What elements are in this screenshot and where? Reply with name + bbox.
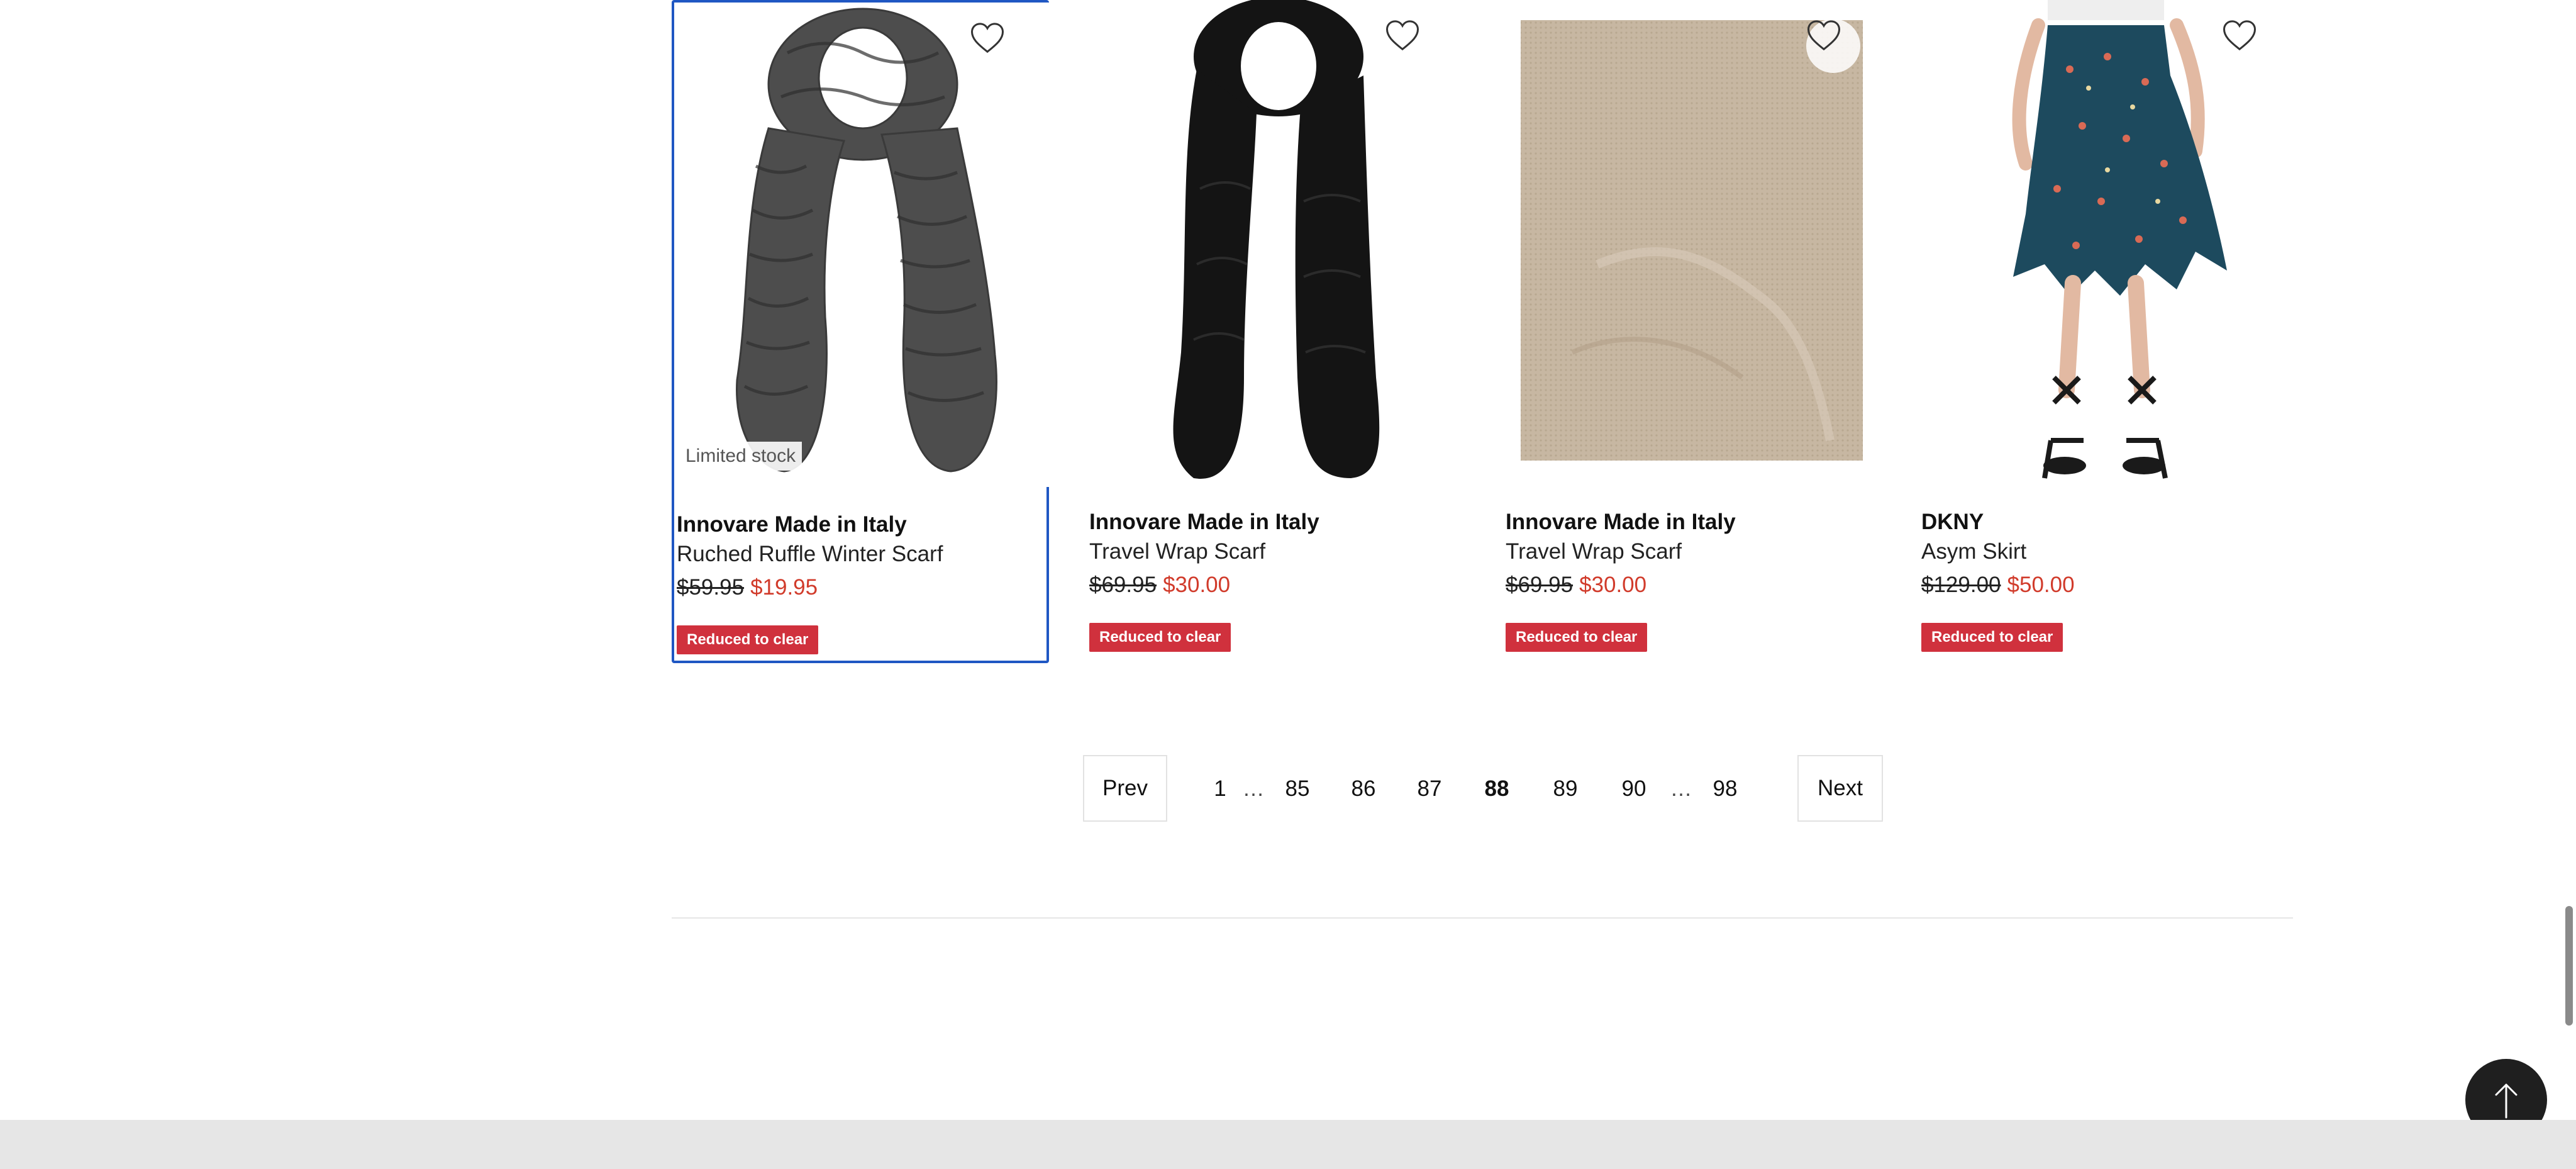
current-page-88[interactable]: 88 (1475, 770, 1519, 808)
original-price: $59.95 (677, 575, 745, 600)
product-image[interactable] (1087, 0, 1464, 484)
sale-price: $19.95 (750, 575, 818, 600)
product-image[interactable]: Limited stock (674, 3, 1052, 487)
limited-stock-badge: Limited stock (679, 442, 802, 471)
pagination-ellipsis: … (1242, 776, 1265, 801)
page-link-87[interactable]: 87 (1407, 770, 1452, 808)
product-card[interactable]: DKNY Asym Skirt $129.00 $50.00 Reduced to… (1919, 0, 2296, 663)
original-price: $69.95 (1506, 573, 1574, 597)
page-link-85[interactable]: 85 (1275, 770, 1319, 808)
heart-outline-icon (970, 23, 1004, 53)
page-link-98[interactable]: 98 (1703, 770, 1747, 808)
page-link-86[interactable]: 86 (1341, 770, 1385, 808)
product-image[interactable] (1919, 0, 2296, 484)
favorite-button[interactable] (1385, 19, 1439, 73)
heart-outline-icon (1385, 20, 1419, 51)
pagination-ellipsis: … (1670, 776, 1692, 801)
page-link-89[interactable]: 89 (1543, 770, 1587, 808)
product-card[interactable]: Limited stock Innovare Made in Italy Ruc… (672, 0, 1052, 663)
product-card[interactable]: Innovare Made in Italy Travel Wrap Scarf… (1087, 0, 1464, 663)
product-prices: $69.95 $30.00 (1506, 571, 1646, 599)
product-name[interactable]: Travel Wrap Scarf (1506, 538, 1682, 566)
product-brand[interactable]: Innovare Made in Italy (1506, 508, 1736, 536)
original-price: $129.00 (1921, 573, 2001, 597)
footer (0, 1120, 2576, 1169)
product-brand[interactable]: DKNY (1921, 508, 1984, 536)
section-divider (672, 917, 2293, 919)
product-image[interactable] (1503, 0, 1880, 484)
product-name[interactable]: Asym Skirt (1921, 538, 2026, 566)
product-prices: $129.00 $50.00 (1921, 571, 2075, 599)
product-brand[interactable]: Innovare Made in Italy (677, 511, 907, 539)
product-name[interactable]: Ruched Ruffle Winter Scarf (677, 540, 943, 568)
page-link-1[interactable]: 1 (1198, 770, 1242, 808)
reduced-to-clear-badge: Reduced to clear (1506, 623, 1648, 652)
sale-price: $30.00 (1163, 573, 1231, 597)
favorite-button[interactable] (970, 21, 1024, 76)
sale-price: $50.00 (2007, 573, 2075, 597)
scrollbar-thumb[interactable] (2565, 906, 2573, 1026)
product-brand[interactable]: Innovare Made in Italy (1089, 508, 1319, 536)
original-price: $69.95 (1089, 573, 1157, 597)
arrow-up-icon (2495, 1083, 2518, 1119)
reduced-to-clear-badge: Reduced to clear (1921, 623, 2063, 652)
reduced-to-clear-badge: Reduced to clear (677, 625, 819, 654)
product-card[interactable]: Innovare Made in Italy Travel Wrap Scarf… (1503, 0, 1880, 663)
product-prices: $69.95 $30.00 (1089, 571, 1230, 599)
reduced-to-clear-badge: Reduced to clear (1089, 623, 1231, 652)
next-page-button[interactable]: Next (1797, 755, 1883, 822)
favorite-button[interactable] (2222, 19, 2276, 73)
heart-outline-icon (1807, 20, 1841, 51)
favorite-button[interactable] (1806, 19, 1860, 73)
prev-page-button[interactable]: Prev (1083, 755, 1167, 822)
sale-price: $30.00 (1579, 573, 1647, 597)
page-link-90[interactable]: 90 (1612, 770, 1656, 808)
product-name[interactable]: Travel Wrap Scarf (1089, 538, 1265, 566)
product-prices: $59.95 $19.95 (677, 574, 818, 601)
heart-outline-icon (2223, 20, 2257, 51)
